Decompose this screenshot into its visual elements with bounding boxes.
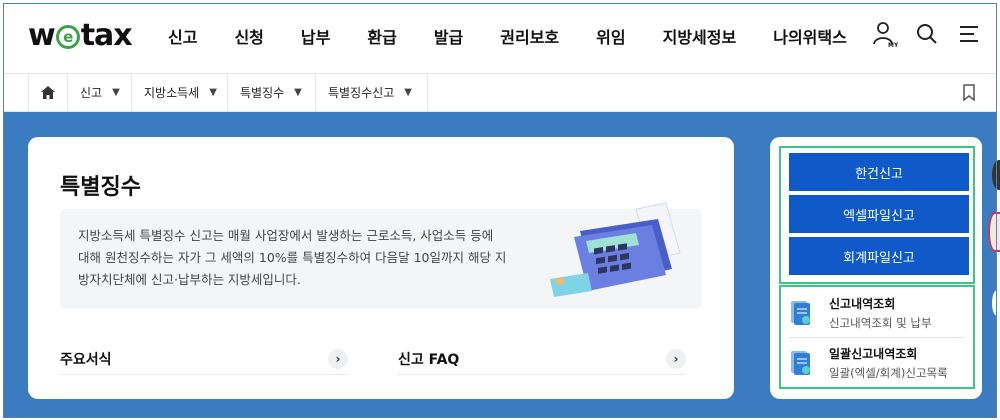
menu-icon[interactable]: [956, 20, 982, 48]
forms-link-label: 주요서식: [60, 351, 112, 368]
chevron-down-icon: ▼: [209, 87, 217, 98]
nav-item-my-wetax[interactable]: 나의위택스: [773, 24, 847, 48]
my-page-icon[interactable]: MY: [872, 20, 898, 48]
nav-item-rights[interactable]: 권리보호: [500, 24, 559, 48]
nav-item-issue[interactable]: 발급: [434, 24, 463, 48]
faq-link[interactable]: 신고 FAQ ›: [398, 343, 686, 375]
chevron-right-icon: ›: [328, 348, 348, 369]
bulk-report-history-link[interactable]: 일괄신고내역조회 일괄(엑셀/회계)신고목록: [789, 339, 965, 387]
bulk-report-history-title: 일괄신고내역조회: [829, 347, 918, 361]
breadcrumb-label: 신고: [80, 86, 103, 100]
chevron-right-icon: ›: [666, 348, 686, 369]
floating-chatbot-icon[interactable]: [988, 212, 1000, 252]
inquiry-link-group: 신고내역조회 신고내역조회 및 납부 일괄신고내역조회 일괄(엑셀/회계)신고목…: [779, 285, 975, 389]
wetax-logo[interactable]: w e tax: [28, 18, 133, 53]
header-icons: MY: [872, 20, 982, 48]
home-icon[interactable]: [28, 74, 68, 111]
nav-item-delegation[interactable]: 위임: [596, 24, 625, 48]
nav-item-payment[interactable]: 납부: [301, 24, 330, 48]
page-title: 특별징수: [60, 175, 141, 200]
faq-link-label: 신고 FAQ: [398, 351, 460, 368]
top-header: w e tax 신고 신청 납부 환급 발급 권리보호 위임 지방세정보 나의위택스…: [4, 4, 996, 74]
breadcrumb-label: 지방소득세: [144, 86, 200, 100]
breadcrumb-item-local-income-tax[interactable]: 지방소득세 ▼: [132, 74, 228, 111]
chevron-down-icon: ▼: [112, 87, 120, 98]
description-text: 지방소득세 특별징수 신고는 매월 사업장에서 발생하는 근로소득, 사업소득 …: [78, 228, 507, 287]
bulk-report-history-subtitle: 일괄(엑셀/회계)신고목록: [829, 366, 948, 380]
breadcrumb-item-special-collection[interactable]: 특별징수 ▼: [228, 74, 316, 111]
breadcrumb-label: 특별징수: [240, 86, 285, 100]
floating-widget[interactable]: [992, 290, 1000, 316]
report-history-subtitle: 신고내역조회 및 납부: [829, 316, 932, 330]
forms-link[interactable]: 주요서식 ›: [60, 343, 348, 375]
breadcrumb-item-special-collection-report[interactable]: 특별징수신고 ▼: [316, 74, 428, 111]
svg-text:MY: MY: [888, 42, 898, 48]
floating-widget[interactable]: [992, 160, 1000, 190]
chevron-down-icon: ▼: [294, 87, 302, 98]
main-nav: 신고 신청 납부 환급 발급 권리보호 위임 지방세정보 나의위택스: [168, 24, 884, 48]
breadcrumb-item-report[interactable]: 신고 ▼: [68, 74, 132, 111]
breadcrumb-label: 특별징수신고: [328, 86, 395, 100]
bookmark-icon[interactable]: [962, 84, 976, 102]
logo-w: w: [28, 18, 56, 53]
breadcrumb: 신고 ▼ 지방소득세 ▼ 특별징수 ▼ 특별징수신고 ▼: [4, 74, 996, 112]
search-icon[interactable]: [914, 20, 940, 48]
report-button-group: 한건신고 엑셀파일신고 회계파일신고: [779, 146, 975, 284]
description-box: 지방소득세 특별징수 신고는 매월 사업장에서 발생하는 근로소득, 사업소득 …: [60, 202, 702, 309]
nav-item-tax-info[interactable]: 지방세정보: [663, 24, 737, 48]
document-icon: [789, 349, 813, 377]
report-history-title: 신고내역조회: [829, 297, 896, 311]
logo-tax: tax: [80, 18, 133, 53]
accounting-file-report-button[interactable]: 회계파일신고: [789, 237, 969, 275]
single-report-button[interactable]: 한건신고: [789, 153, 969, 191]
report-history-link[interactable]: 신고내역조회 신고내역조회 및 납부: [789, 289, 965, 337]
logo-e-circle: e: [55, 24, 80, 49]
nav-item-refund[interactable]: 환급: [367, 24, 396, 48]
divider: [789, 337, 965, 338]
nav-item-report[interactable]: 신고: [168, 24, 197, 48]
chevron-down-icon: ▼: [404, 87, 412, 98]
nav-item-apply[interactable]: 신청: [234, 24, 263, 48]
side-panel: 한건신고 엑셀파일신고 회계파일신고 신고내역조회 신고내역조회 및 납부 일괄…: [770, 137, 982, 399]
card-terminal-illustration: [540, 201, 700, 311]
excel-file-report-button[interactable]: 엑셀파일신고: [789, 195, 969, 233]
document-icon: [789, 299, 813, 327]
main-card: 특별징수 지방소득세 특별징수 신고는 매월 사업장에서 발생하는 근로소득, …: [28, 137, 734, 399]
